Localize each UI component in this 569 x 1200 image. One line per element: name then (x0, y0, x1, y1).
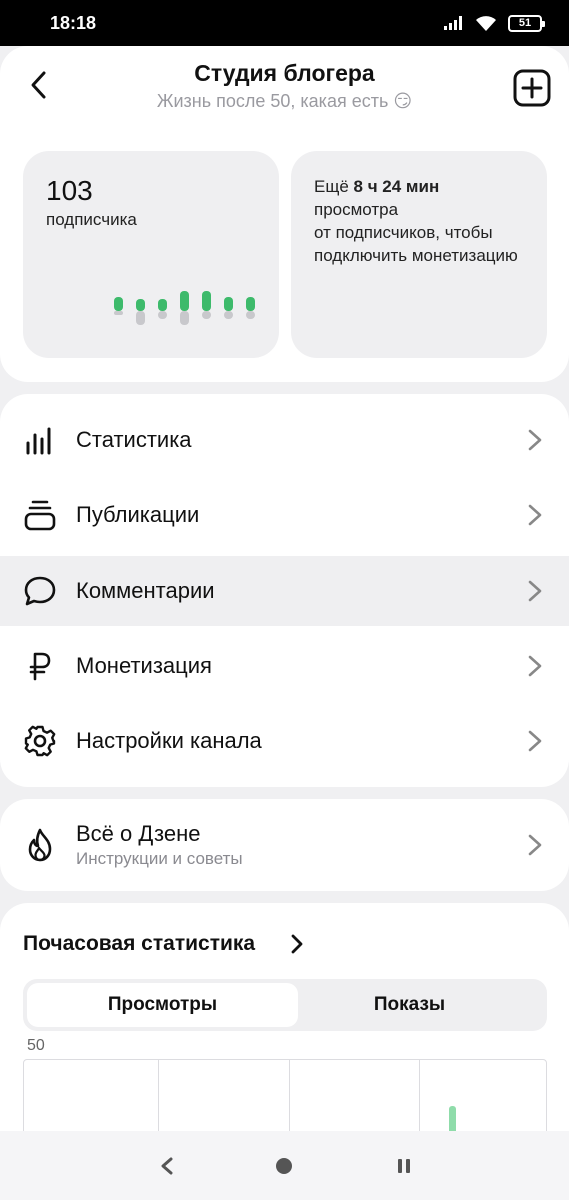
battery-icon: 51 (508, 15, 545, 32)
menu-item-publications[interactable]: Публикации (0, 480, 569, 550)
menu-item-channel-settings[interactable]: Настройки канала (0, 706, 569, 776)
nav-home-icon[interactable] (276, 1158, 292, 1174)
monetization-progress-card[interactable]: Ещё 8 ч 24 мин просмотра от подписчиков, ч… (291, 151, 547, 358)
channel-name: Жизнь после 50, какая есть 😏 (156, 91, 413, 111)
add-post-icon[interactable] (512, 68, 552, 108)
metric-switcher: Просмотры Показы (23, 979, 547, 1031)
subscribers-sparkline (114, 291, 255, 325)
status-time: 18:18 (50, 13, 97, 33)
monetization-text: Ещё 8 ч 24 мин просмотра от подписчиков, ч… (314, 175, 534, 267)
hourly-stats-title[interactable]: Почасовая статистика (23, 932, 255, 956)
studio-header: Студия блогера Жизнь после 50, какая ест… (0, 46, 569, 382)
ruble-icon (29, 652, 51, 681)
chevron-right-icon (528, 655, 542, 677)
tab-views[interactable]: Просмотры (27, 983, 298, 1027)
comment-bubble-icon (24, 576, 56, 606)
chevron-right-icon (528, 580, 542, 602)
menu-item-label: Публикации (76, 502, 200, 527)
monetization-prefix: Ещё (314, 177, 354, 196)
about-zen-title: Всё о Дзене (76, 821, 201, 846)
about-zen-item[interactable]: Всё о Дзене Инструкции и советы (0, 799, 569, 891)
status-bar: 18:18 51 (0, 0, 569, 46)
chevron-right-icon (528, 429, 542, 451)
wifi-icon (476, 16, 496, 31)
subscribers-card[interactable]: 103 подписчика (23, 151, 279, 358)
subscribers-count: 103 (46, 175, 93, 206)
nav-back-icon[interactable] (158, 1156, 176, 1176)
signal-icon (444, 16, 462, 30)
flame-icon (28, 828, 52, 862)
menu-item-label: Монетизация (76, 653, 212, 678)
monetization-time-left: 8 ч 24 мин (353, 177, 440, 196)
studio-menu: Статистика Публикации Комментарии Монети… (0, 394, 569, 787)
monetization-description: просмотра от подписчиков, чтобы подключит… (314, 200, 518, 265)
page-title: Студия блогера (194, 60, 375, 86)
menu-item-comments[interactable]: Комментарии (0, 556, 569, 626)
chevron-right-icon[interactable] (288, 933, 306, 955)
stack-icon (24, 500, 56, 531)
bar-chart-icon (26, 427, 51, 455)
chevron-right-icon (528, 504, 542, 526)
gear-icon (24, 725, 56, 757)
chevron-right-icon (528, 834, 542, 856)
menu-item-monetization[interactable]: Монетизация (0, 631, 569, 701)
menu-item-label: Статистика (76, 427, 192, 452)
menu-item-label: Комментарии (76, 578, 215, 603)
chevron-right-icon (528, 730, 542, 752)
menu-item-statistics[interactable]: Статистика (0, 405, 569, 475)
tab-impressions[interactable]: Показы (274, 983, 545, 1027)
nav-recents-icon[interactable] (396, 1158, 412, 1174)
system-nav-bar (0, 1131, 569, 1200)
y-axis-max-label: 50 (27, 1037, 45, 1054)
subscribers-label: подписчика (46, 210, 137, 229)
about-zen-subtitle: Инструкции и советы (76, 849, 243, 868)
menu-item-label: Настройки канала (76, 728, 262, 753)
